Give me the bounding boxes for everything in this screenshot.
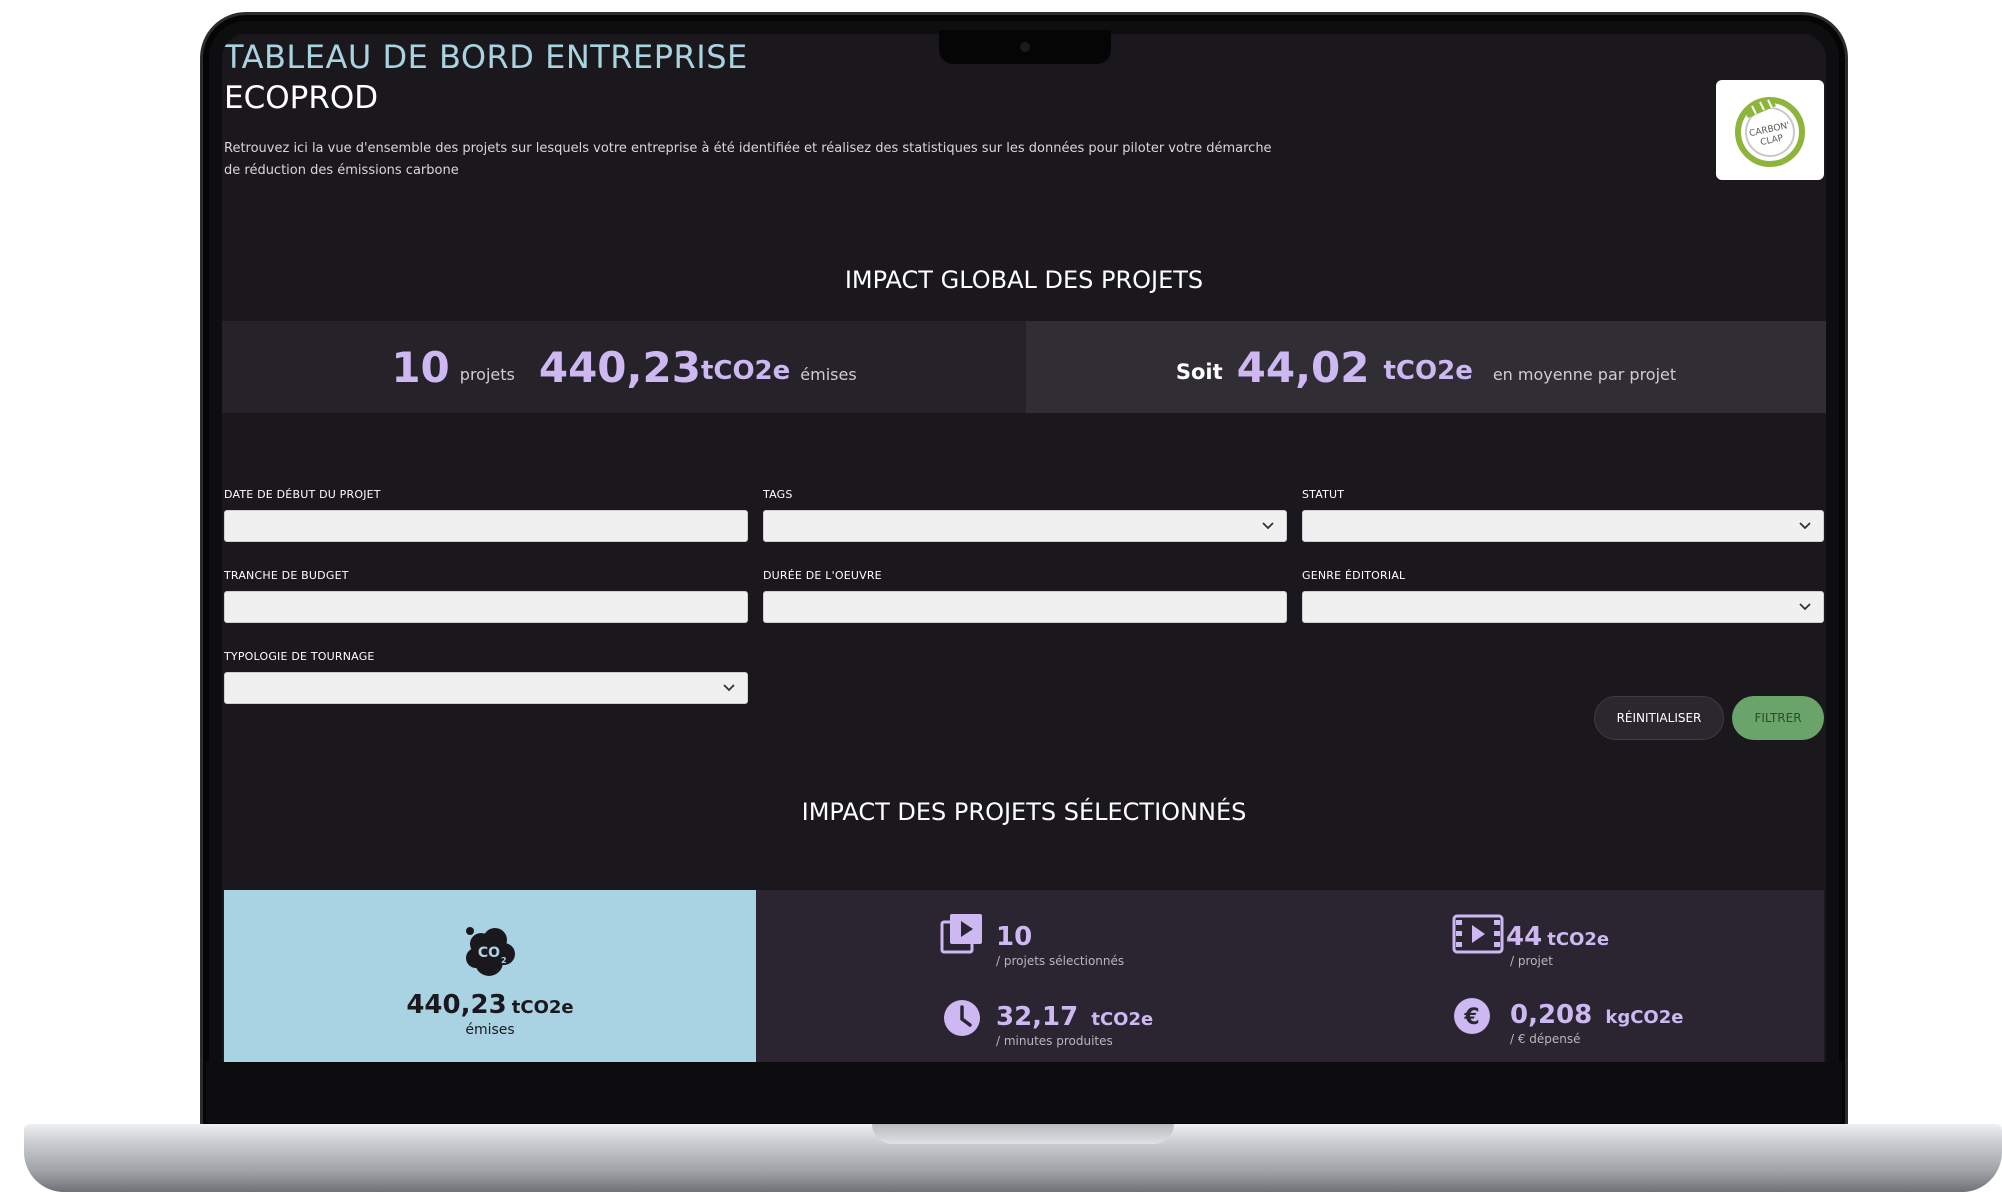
start-date-input[interactable] [224, 510, 748, 542]
tags-select[interactable] [763, 510, 1287, 542]
stat-per-project-value: 44 [1506, 922, 1543, 952]
stat-projects: 10 / projets sélectionnés [996, 922, 1124, 968]
chevron-down-icon [1262, 522, 1274, 530]
emissions-label: émises [800, 364, 857, 384]
selected-emissions-label: émises [465, 1022, 515, 1038]
budget-label: TRANCHE DE BUDGET [224, 569, 349, 582]
stat-per-minute-value: 32,17 [996, 1002, 1079, 1032]
stat-per-minute-unit: tCO2e [1091, 1009, 1154, 1030]
camera-notch [939, 30, 1111, 64]
reset-button[interactable]: RÉINITIALISER [1594, 696, 1724, 740]
chevron-down-icon [723, 684, 735, 692]
company-name: ECOPROD [224, 80, 379, 116]
status-select[interactable] [1302, 510, 1824, 542]
global-average: Soit 44,02 tCO2e en moyenne par projet [1026, 321, 1826, 413]
selected-stats-card: 10 / projets sélectionnés 44 tCO2e / pro… [756, 890, 1824, 1062]
selected-impact-title: IMPACT DES PROJETS SÉLECTIONNÉS [801, 798, 1247, 826]
genre-select[interactable] [1302, 591, 1824, 623]
screen-bezel-bottom [206, 1062, 1842, 1122]
average-unit: tCO2e [1383, 356, 1473, 386]
carbon-clap-logo: CARBON' CLAP CARBON' CLAP [1716, 80, 1824, 180]
clock-icon [944, 1000, 980, 1036]
stat-per-euro-unit: kgCO2e [1605, 1007, 1684, 1028]
chevron-down-icon [1799, 603, 1811, 611]
film-strip-icon [1452, 914, 1504, 954]
chevron-down-icon [1799, 522, 1811, 530]
video-library-icon [940, 914, 982, 954]
budget-input[interactable] [224, 591, 748, 623]
duration-input[interactable] [763, 591, 1287, 623]
page-title: TABLEAU DE BORD ENTREPRISE [224, 38, 748, 76]
stat-per-euro: 0,208 kgCO2e / € dépensé [1510, 1000, 1683, 1046]
co2-cloud-icon: CO 2 [466, 927, 515, 976]
average-value: 44,02 [1236, 342, 1370, 392]
shooting-type-select[interactable] [224, 672, 748, 704]
duration-label: DURÉE DE L'OEUVRE [763, 569, 882, 582]
svg-text:€: € [1463, 1005, 1479, 1030]
carbon-clap-logo-icon: CARBON' CLAP [1735, 97, 1805, 167]
status-label: STATUT [1302, 488, 1345, 501]
emissions-unit: tCO2e [700, 356, 791, 386]
stat-per-project-sub: / projet [1510, 954, 1553, 968]
projects-label: projets [459, 364, 515, 384]
soit-label: Soit [1175, 360, 1223, 384]
selected-emissions-card: CO 2 440,23 tCO2e émises [224, 890, 756, 1062]
euro-coin-icon: € [1454, 998, 1490, 1034]
screen: TABLEAU DE BORD ENTREPRISE ECOPROD Retro… [222, 34, 1826, 1062]
stat-per-minute: 32,17 tCO2e / minutes produites [996, 1002, 1153, 1048]
filter-button[interactable]: FILTRER [1732, 696, 1824, 740]
stat-projects-sub: / projets sélectionnés [996, 954, 1125, 968]
start-date-label: DATE DE DÉBUT DU PROJET [224, 488, 381, 501]
stat-per-minute-sub: / minutes produites [996, 1034, 1113, 1048]
stat-per-euro-value: 0,208 [1510, 1000, 1593, 1030]
selected-emissions-unit: tCO2e [511, 997, 574, 1018]
laptop-opening-notch [872, 1124, 1174, 1144]
global-totals: 10 projets 440,23 tCO2e émises [222, 321, 1026, 413]
global-impact-title: IMPACT GLOBAL DES PROJETS [844, 266, 1204, 294]
genre-label: GENRE ÉDITORIAL [1302, 569, 1406, 582]
stat-projects-value: 10 [996, 922, 1033, 952]
projects-count: 10 [391, 342, 450, 392]
intro-text: Retrouvez ici la vue d'ensemble des proj… [224, 141, 1272, 178]
stat-per-euro-sub: / € dépensé [1510, 1032, 1581, 1046]
svg-text:CO: CO [478, 945, 500, 961]
camera-icon [1020, 42, 1030, 52]
tags-label: TAGS [763, 488, 793, 501]
shooting-type-label: TYPOLOGIE DE TOURNAGE [224, 650, 375, 663]
svg-text:2: 2 [501, 956, 507, 965]
selected-emissions-value: 440,23 [406, 990, 507, 1020]
stat-per-project: 44 tCO2e / projet [1506, 922, 1609, 968]
stat-per-project-unit: tCO2e [1547, 929, 1610, 950]
emissions-value: 440,23 [538, 342, 701, 392]
average-label: en moyenne par projet [1492, 364, 1677, 384]
